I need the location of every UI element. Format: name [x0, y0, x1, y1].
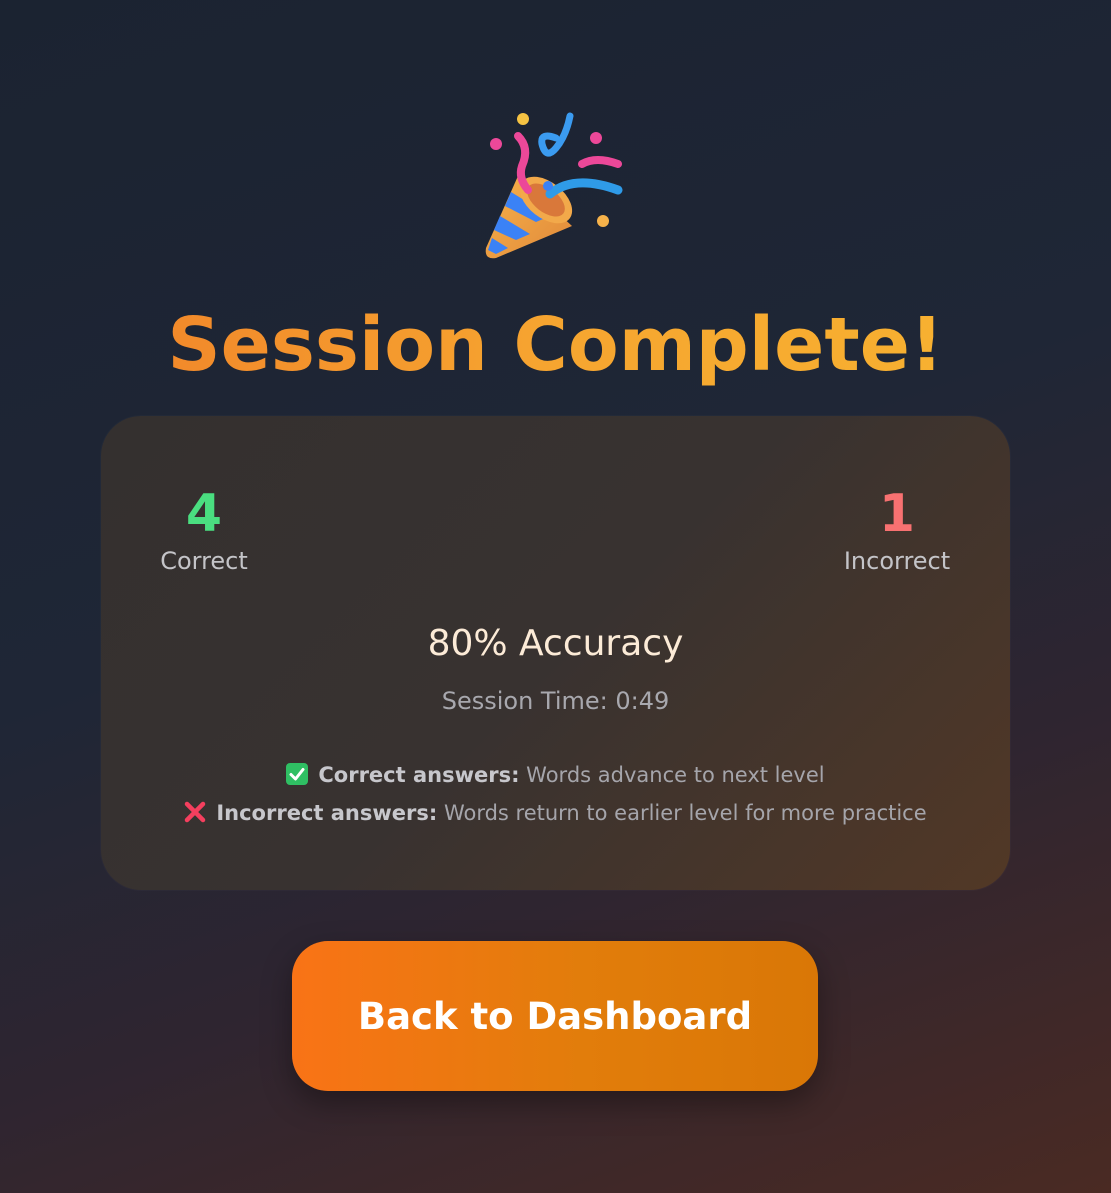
correct-label: Correct: [160, 547, 248, 575]
session-time: Session Time: 0:49: [441, 687, 670, 715]
incorrect-stat: 1 Incorrect: [797, 480, 997, 576]
correct-stat: 4 Correct: [104, 480, 304, 576]
cross-mark-icon: [184, 801, 206, 823]
accuracy-text: 80% Accuracy: [427, 623, 684, 664]
check-mark-icon: [286, 763, 309, 785]
note-incorrect-label: Incorrect answers:: [216, 801, 438, 825]
note-correct-text: Words advance to next level: [519, 763, 825, 787]
incorrect-label: Incorrect: [843, 547, 951, 575]
note-incorrect: Incorrect answers: Words return to earli…: [101, 794, 1010, 832]
note-incorrect-text: Words return to earlier level for more p…: [437, 801, 927, 825]
session-complete-screen: Session Complete! 4 Correct 1 Incorrect …: [0, 0, 1111, 1193]
party-popper-icon: [485, 112, 623, 259]
note-correct-label: Correct answers:: [318, 763, 520, 787]
note-correct: Correct answers: Words advance to next l…: [101, 756, 1010, 794]
page-title: Session Complete!: [0, 300, 1111, 390]
result-notes: Correct answers: Words advance to next l…: [101, 756, 1010, 832]
results-card: 4 Correct 1 Incorrect 80% Accuracy Sessi…: [101, 416, 1010, 890]
incorrect-count: 1: [878, 484, 916, 544]
correct-count: 4: [185, 484, 223, 544]
back-to-dashboard-button[interactable]: Back to Dashboard: [292, 941, 818, 1091]
